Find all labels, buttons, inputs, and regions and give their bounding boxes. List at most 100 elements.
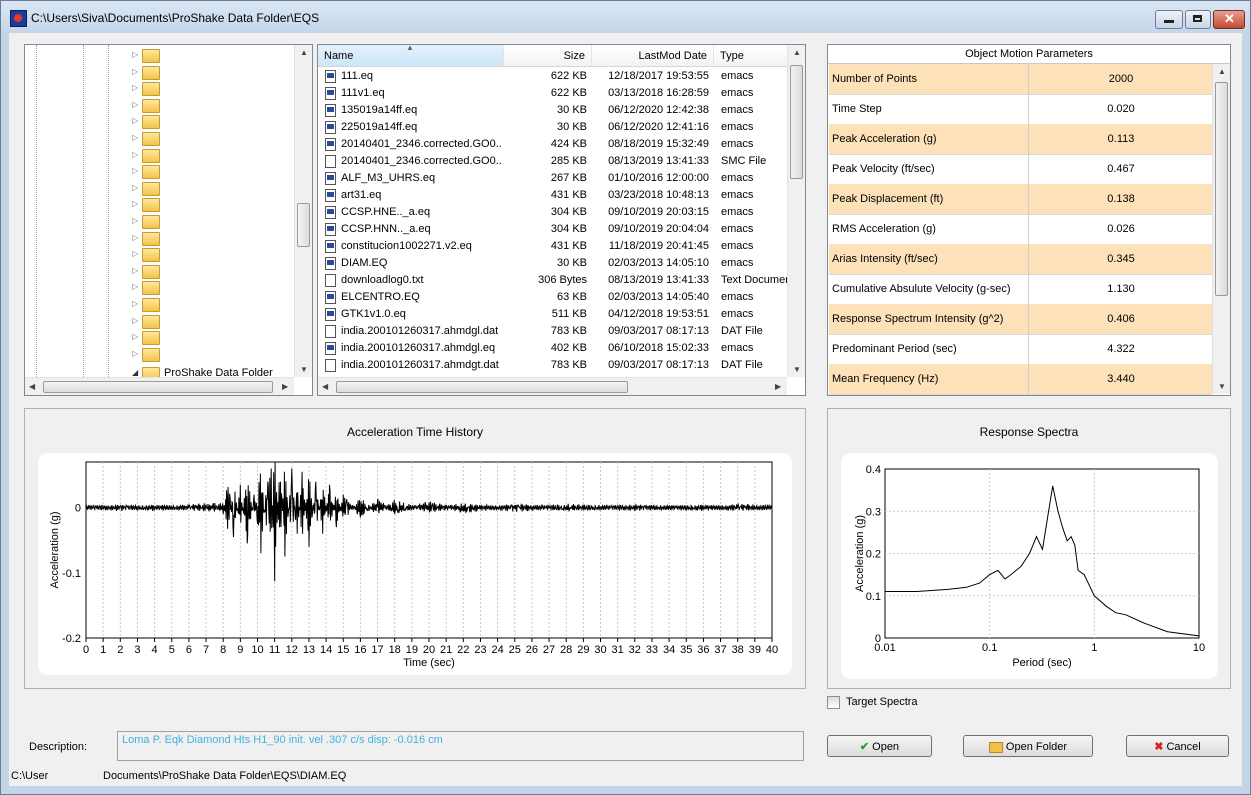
file-row[interactable]: 20140401_2346.corrected.GO0... 285 KB 08/1… <box>319 153 788 170</box>
param-row[interactable]: Time Step 0.020 <box>829 94 1212 125</box>
file-row[interactable]: GTK1v1.0.eq 511 KB 04/12/2018 19:53:51 emac… <box>319 306 788 323</box>
param-row[interactable]: Mean Frequency (Hz) 3.440 <box>829 364 1212 395</box>
param-row[interactable]: Arias Intensity (ft/sec) 0.345 <box>829 244 1212 275</box>
scroll-thumb[interactable] <box>336 381 628 393</box>
scroll-thumb[interactable] <box>43 381 273 393</box>
minimize-button[interactable] <box>1155 10 1183 29</box>
tree-item[interactable]: ▷ <box>25 80 295 97</box>
tree-item[interactable]: ▷ <box>25 64 295 80</box>
tree-item[interactable]: ▷ <box>25 329 295 346</box>
tree-vscrollbar[interactable]: ▲ ▼ <box>294 45 312 377</box>
file-date: 09/10/2019 20:03:15 <box>608 206 709 218</box>
tree-item[interactable]: ▷ <box>25 147 295 163</box>
column-header-lastmod[interactable]: LastMod Date <box>592 45 714 67</box>
checkmark-icon: ✔ <box>859 741 870 753</box>
file-row[interactable]: 111.eq 622 KB 12/18/2017 19:53:55 emacs <box>319 68 788 85</box>
param-row[interactable]: Peak Velocity (ft/sec) 0.467 <box>829 154 1212 185</box>
tree-item[interactable]: ▷ <box>25 47 295 63</box>
cancel-button[interactable]: ✖ Cancel <box>1126 735 1229 757</box>
expand-icon[interactable]: ▷ <box>132 349 138 358</box>
param-row[interactable]: Peak Displacement (ft) 0.138 <box>829 184 1212 215</box>
close-window-button[interactable]: ✕ <box>1213 10 1245 29</box>
file-row[interactable]: CCSP.HNE.._a.eq 304 KB 09/10/2019 20:03:15… <box>319 204 788 221</box>
param-row[interactable]: Number of Points 2000 <box>829 64 1212 95</box>
tree-item[interactable]: ▷ <box>25 279 295 296</box>
scroll-thumb[interactable] <box>1215 82 1228 296</box>
file-list-vscrollbar[interactable]: ▲ ▼ <box>787 45 805 377</box>
tree-item[interactable]: ▷ <box>25 230 295 246</box>
tree-item[interactable]: ▷ <box>25 97 295 113</box>
expand-icon[interactable]: ▷ <box>132 282 138 291</box>
file-row[interactable]: DIAM.EQ 30 KB 02/03/2013 14:05:10 emacs <box>319 255 788 272</box>
file-row[interactable]: art31.eq 431 KB 03/23/2018 10:48:13 emacs <box>319 187 788 204</box>
target-spectra-checkbox[interactable] <box>827 696 840 709</box>
folder-tree[interactable]: ▷ ▷ ▷ ▷ ▷ ▷ ▷ ▷ ▷ ▷ ▷ ▷ ▷ ▷ ▷ ▷ ▷ ▷ ▷ ◢ ProShake Data Fold… <box>24 44 313 396</box>
column-header-type[interactable]: Type <box>714 45 788 67</box>
expand-icon[interactable]: ▷ <box>132 332 138 341</box>
tree-item[interactable]: ▷ <box>25 113 295 130</box>
tree-item[interactable]: ▷ <box>25 313 295 329</box>
tree-item[interactable]: ▷ <box>25 346 295 362</box>
file-row[interactable]: ALF_M3_UHRS.eq 267 KB 01/10/2016 12:00:00 e… <box>319 170 788 187</box>
expand-icon[interactable]: ▷ <box>132 133 138 142</box>
expand-icon[interactable]: ▷ <box>132 299 138 308</box>
file-row[interactable]: 135019a14ff.eq 30 KB 06/12/2020 12:42:38 em… <box>319 102 788 119</box>
file-row[interactable]: 20140401_2346.corrected.GO0... 424 KB 08/1… <box>319 136 788 153</box>
param-row[interactable]: RMS Acceleration (g) 0.026 <box>829 214 1212 245</box>
scroll-thumb[interactable] <box>297 203 310 247</box>
file-row[interactable]: ELCENTRO.EQ 63 KB 02/03/2013 14:05:40 emacs <box>319 289 788 306</box>
file-row[interactable]: downloadlog0.txt 306 Bytes 08/13/2019 13:4… <box>319 272 789 289</box>
column-header-size[interactable]: Size <box>504 45 592 67</box>
expand-icon[interactable]: ▷ <box>132 199 138 208</box>
tree-item[interactable]: ▷ <box>25 180 295 196</box>
file-size: 304 KB <box>550 206 587 218</box>
file-row[interactable]: 111v1.eq 622 KB 03/13/2018 16:28:59 emacs <box>319 85 788 102</box>
tree-hscrollbar[interactable]: ◀ ▶ <box>25 377 294 395</box>
expand-icon[interactable]: ▷ <box>132 150 138 159</box>
expand-icon[interactable]: ▷ <box>132 50 138 59</box>
expand-icon[interactable]: ▷ <box>132 100 138 109</box>
expand-icon[interactable]: ▷ <box>132 266 138 275</box>
tree-item[interactable]: ▷ <box>25 196 295 213</box>
tree-item[interactable]: ▷ <box>25 163 295 180</box>
file-row[interactable]: india.200101260317.ahmdgt.dat 783 KB 09/03… <box>319 357 788 374</box>
file-name: india.200101260317.ahmdgl.dat <box>341 325 499 337</box>
open-button[interactable]: ✔ Open <box>827 735 932 757</box>
folder-icon <box>142 181 160 196</box>
file-list[interactable]: Name ▲ Size LastMod Date Type 111.eq 622 K… <box>317 44 806 396</box>
expand-icon[interactable]: ▷ <box>132 216 138 225</box>
x-tick-label: 25 <box>509 644 521 656</box>
file-row[interactable]: india.200101260317.ahmdgl.dat 783 KB 09/03… <box>319 323 788 340</box>
file-row[interactable]: 225019a14ff.eq 30 KB 06/12/2020 12:41:16 em… <box>319 119 788 136</box>
param-row[interactable]: Peak Acceleration (g) 0.113 <box>829 124 1212 155</box>
expand-icon[interactable]: ▷ <box>132 183 138 192</box>
x-tick-label: 11 <box>269 644 280 656</box>
expand-icon[interactable]: ▷ <box>132 83 138 92</box>
param-row[interactable]: Response Spectrum Intensity (g^2) 0.406 <box>829 304 1212 335</box>
scroll-thumb[interactable] <box>790 65 803 179</box>
expand-icon[interactable]: ▷ <box>132 249 138 258</box>
tree-item[interactable]: ▷ <box>25 296 295 312</box>
file-row[interactable]: constitucion1002271.v2.eq 431 KB 11/18/201… <box>319 238 788 255</box>
column-header-name[interactable]: Name ▲ <box>318 45 504 67</box>
expand-icon[interactable]: ▷ <box>132 67 138 76</box>
tree-item[interactable]: ▷ <box>25 130 295 146</box>
tree-item[interactable]: ▷ <box>25 213 295 229</box>
param-row[interactable]: Cumulative Absulute Velocity (g-sec) 1.13… <box>829 274 1212 305</box>
file-list-hscrollbar[interactable]: ◀ ▶ <box>318 377 787 395</box>
x-tick-label: 30 <box>594 644 606 656</box>
tree-item[interactable]: ▷ <box>25 263 295 279</box>
restore-button[interactable] <box>1185 10 1211 29</box>
x-tick-label: 18 <box>389 644 401 656</box>
file-row[interactable]: CCSP.HNN.._a.eq 304 KB 09/10/2019 20:04:04… <box>319 221 788 238</box>
expand-icon[interactable]: ▷ <box>132 316 138 325</box>
file-row[interactable]: india.200101260317.ahmdgl.eq 402 KB 06/10/… <box>319 340 788 357</box>
tree-item[interactable]: ▷ <box>25 246 295 263</box>
expand-icon[interactable]: ▷ <box>132 233 138 242</box>
description-field[interactable]: Loma P. Eqk Diamond Hts H1_90 init. vel … <box>117 731 804 761</box>
params-vscrollbar[interactable]: ▲ ▼ <box>1212 64 1230 394</box>
expand-icon[interactable]: ▷ <box>132 116 138 125</box>
param-row[interactable]: Predominant Period (sec) 4.322 <box>829 334 1212 365</box>
expand-icon[interactable]: ▷ <box>132 166 138 175</box>
open-folder-button[interactable]: Open Folder <box>963 735 1093 757</box>
